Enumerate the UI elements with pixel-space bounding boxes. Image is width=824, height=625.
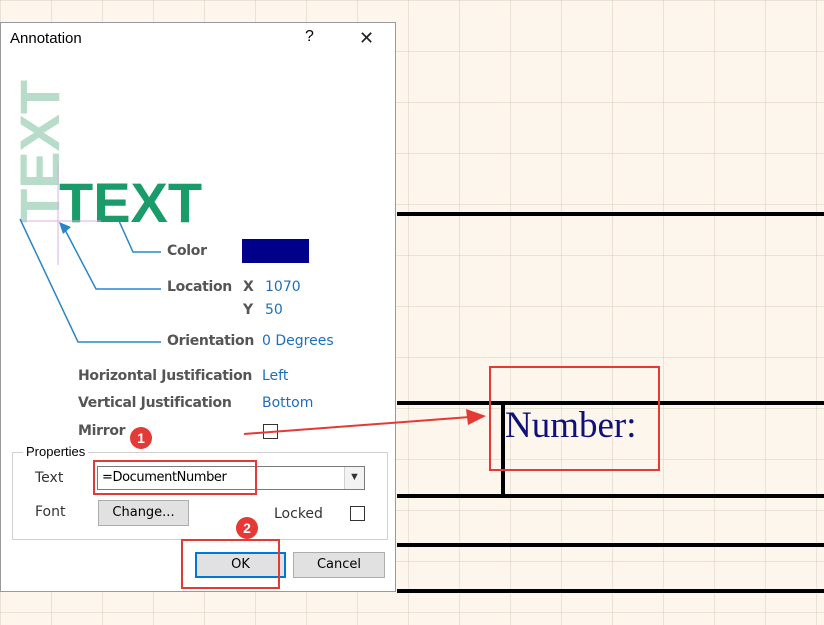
arrow-head-icon — [466, 409, 486, 425]
annotation-arrow — [243, 409, 486, 435]
